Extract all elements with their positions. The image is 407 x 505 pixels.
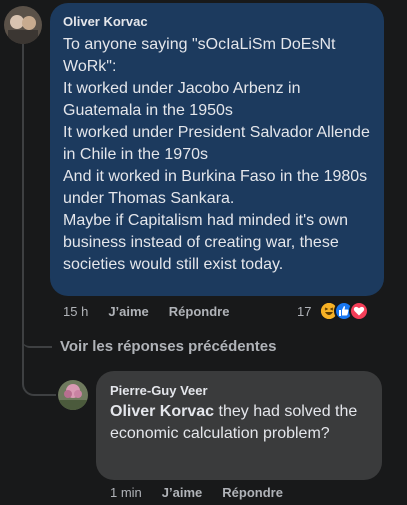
comment-bubble: Oliver Korvac To anyone saying "sOcIaLiS…: [50, 3, 384, 296]
thread-branch: [22, 340, 52, 348]
reply-like-button[interactable]: J’aime: [162, 485, 202, 500]
comment-text: To anyone saying "sOcIaLiSm DoEsNt WoRk"…: [63, 36, 370, 273]
view-previous-replies-link[interactable]: Voir les réponses précédentes: [60, 338, 276, 355]
comment-reply-button[interactable]: Répondre: [169, 304, 230, 319]
reply-actions: 1 min J’aime Répondre: [110, 485, 303, 500]
love-icon: [349, 301, 370, 321]
reply-bubble: Pierre-Guy Veer Oliver Korvac they had s…: [96, 371, 382, 480]
reply-mention[interactable]: Oliver Korvac: [110, 403, 214, 420]
reply-thread-line: [22, 366, 56, 396]
avatar-pierre-guy-veer[interactable]: [58, 380, 88, 410]
thread-line: [22, 44, 24, 366]
reply-author[interactable]: Pierre-Guy Veer: [110, 383, 370, 398]
comment-like-button[interactable]: J’aime: [108, 304, 148, 319]
reply-text: Oliver Korvac they had solved the econom…: [110, 401, 370, 445]
comment-actions: 15 h J’aime Répondre: [63, 304, 249, 319]
reply-time[interactable]: 1 min: [110, 485, 142, 500]
avatar-oliver-korvac[interactable]: [4, 6, 42, 44]
comment-author[interactable]: Oliver Korvac: [63, 14, 372, 29]
comment-time[interactable]: 15 h: [63, 304, 88, 319]
reaction-summary[interactable]: 17: [297, 301, 370, 321]
reaction-count: 17: [297, 303, 312, 319]
reply-reply-button[interactable]: Répondre: [222, 485, 283, 500]
